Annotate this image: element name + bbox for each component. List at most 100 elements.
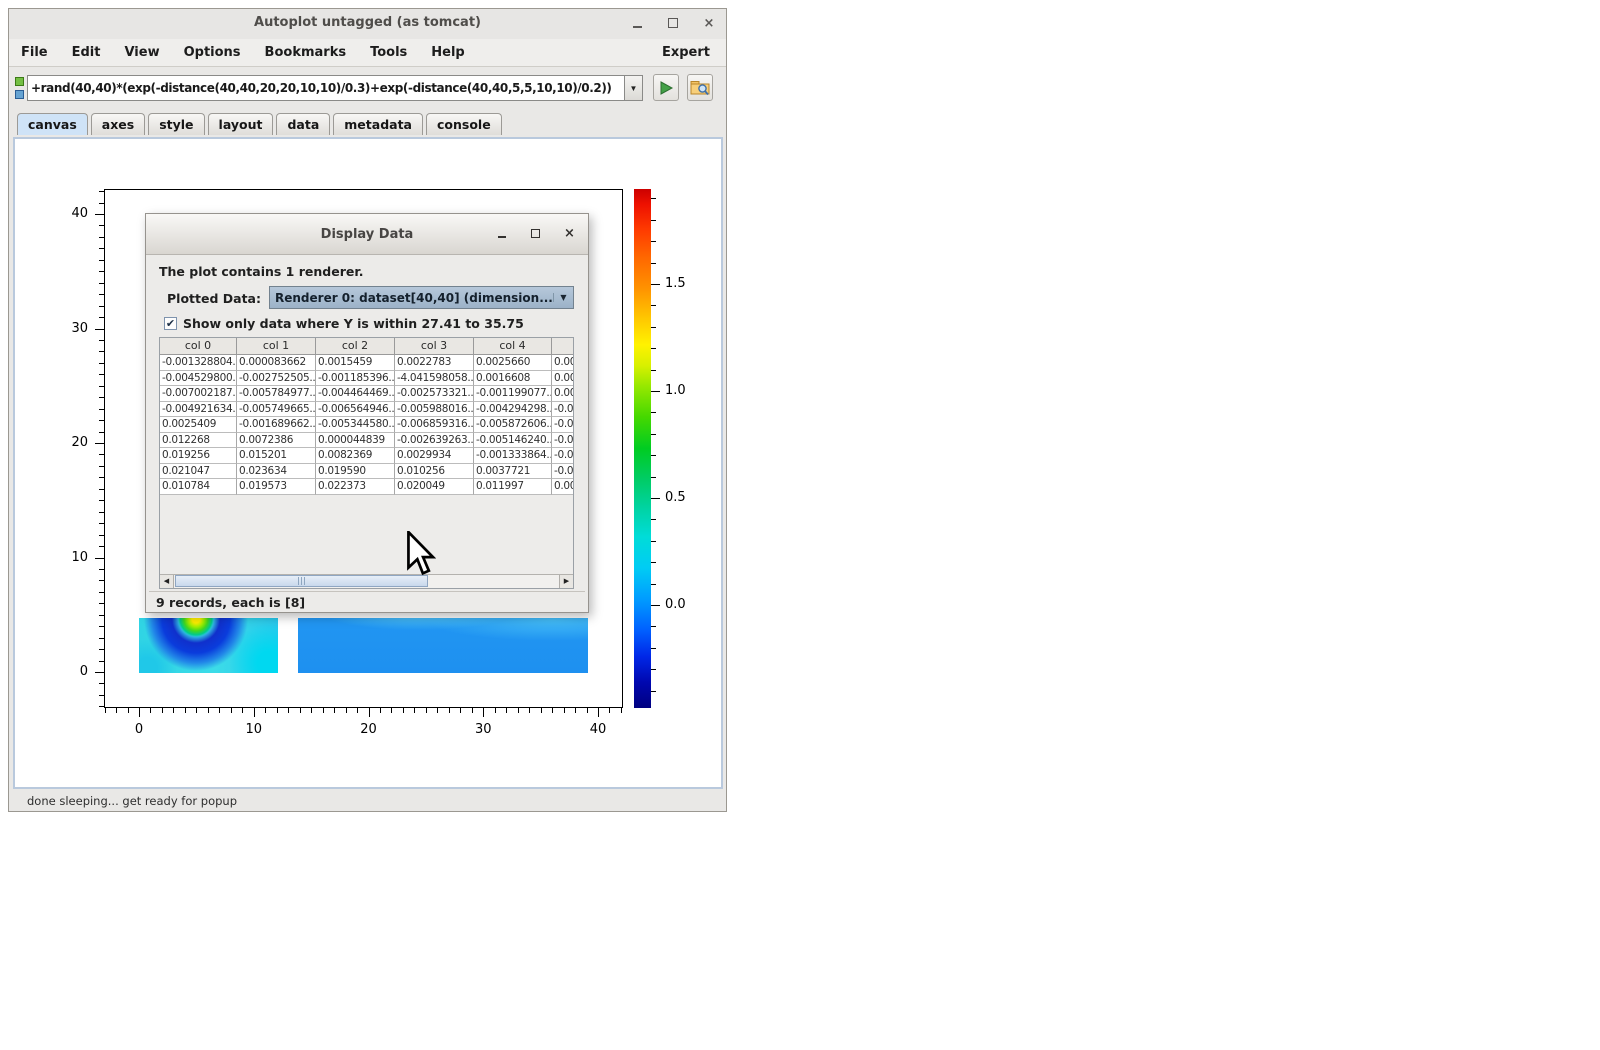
table-cell[interactable]: -0.0 [552, 433, 574, 449]
table-cell[interactable]: -0.0 [552, 448, 574, 464]
table-cell[interactable]: 0.0037721 [474, 464, 552, 480]
table-cell[interactable]: -0.002639263... [395, 433, 474, 449]
menu-help[interactable]: Help [419, 39, 476, 66]
table-cell[interactable]: -0.0 [552, 464, 574, 480]
table-cell[interactable]: 0.010256 [395, 464, 474, 480]
scroll-right-icon[interactable]: ▶ [559, 575, 573, 588]
table-cell[interactable]: -0.002573321... [395, 386, 474, 402]
table-cell[interactable]: -0.004464469... [316, 386, 395, 402]
table-cell[interactable]: 0.021047 [160, 464, 237, 480]
tab-data[interactable]: data [276, 113, 330, 135]
table-cell[interactable]: 0.00 [552, 355, 574, 371]
table-cell[interactable]: -0.001689662... [237, 417, 316, 433]
table-cell[interactable]: 0.0022783 [395, 355, 474, 371]
tab-console[interactable]: console [426, 113, 502, 135]
plotted-data-select[interactable]: Renderer 0: dataset[40,40] (dimension...… [269, 286, 574, 309]
close-icon[interactable]: × [702, 16, 716, 30]
menu-options[interactable]: Options [172, 39, 253, 66]
scrollbar-thumb[interactable] [175, 575, 428, 587]
table-cell[interactable]: 0.00 [552, 479, 574, 495]
table-cell[interactable]: 0.019573 [237, 479, 316, 495]
table-cell[interactable]: 0.020049 [395, 479, 474, 495]
tab-layout[interactable]: layout [208, 113, 274, 135]
table-cell[interactable]: -0.001199077... [474, 386, 552, 402]
table-header-cell[interactable] [552, 338, 574, 355]
table-cell[interactable]: 0.019590 [316, 464, 395, 480]
table-cell[interactable]: -0.004294298... [474, 402, 552, 418]
table-cell[interactable]: -0.004529800... [160, 371, 237, 387]
filter-checkbox[interactable]: ✔ [164, 317, 177, 330]
table-cell[interactable]: 0.010784 [160, 479, 237, 495]
tab-axes[interactable]: axes [91, 113, 145, 135]
table-cell[interactable]: -4.041598058... [395, 371, 474, 387]
table-cell[interactable]: -0.004921634... [160, 402, 237, 418]
table-cell[interactable]: -0.001185396... [316, 371, 395, 387]
table-cell[interactable]: -0.005784977... [237, 386, 316, 402]
table-cell[interactable]: -0.006859316... [395, 417, 474, 433]
dialog-titlebar[interactable]: Display Data × [146, 214, 588, 255]
scroll-left-icon[interactable]: ◀ [160, 575, 174, 588]
table-cell[interactable]: 0.0025409 [160, 417, 237, 433]
table-header-cell[interactable]: col 4 [474, 338, 552, 355]
scrollbar-track[interactable] [174, 575, 559, 588]
table-header-cell[interactable]: col 3 [395, 338, 474, 355]
table-cell[interactable]: 0.000044839 [316, 433, 395, 449]
table-header-cell[interactable]: col 1 [237, 338, 316, 355]
table-cell[interactable]: -0.006564946... [316, 402, 395, 418]
menu-edit[interactable]: Edit [60, 39, 113, 66]
table-cell[interactable]: -0.001333864... [474, 448, 552, 464]
table-cell[interactable]: 0.0016608 [474, 371, 552, 387]
table-cell[interactable]: 0.000083662 [237, 355, 316, 371]
table-cell[interactable]: 0.0015459 [316, 355, 395, 371]
table-cell[interactable]: -0.002752505... [237, 371, 316, 387]
table-cell[interactable]: -0.005749665... [237, 402, 316, 418]
uri-input[interactable] [27, 75, 625, 101]
dialog-close-icon[interactable]: × [563, 226, 576, 240]
datasource-green-square-icon[interactable] [15, 77, 24, 86]
dialog-minimize-icon[interactable] [495, 226, 508, 240]
window-titlebar[interactable]: Autoplot untagged (as tomcat) × [9, 9, 726, 40]
plot-go-button[interactable] [653, 74, 679, 101]
menu-file[interactable]: File [9, 39, 60, 66]
table-cell[interactable]: 0.022373 [316, 479, 395, 495]
table-cell[interactable]: 0.0029934 [395, 448, 474, 464]
horizontal-scrollbar[interactable]: ◀ ▶ [160, 574, 573, 588]
plot-canvas[interactable]: 0102030400102030401.51.00.50.0 Display D… [13, 137, 723, 789]
tab-canvas[interactable]: canvas [17, 113, 88, 135]
table-cell[interactable]: 0.00 [552, 386, 574, 402]
combo-dropdown-icon[interactable]: ▼ [553, 293, 573, 302]
menu-expert[interactable]: Expert [650, 39, 722, 66]
table-cell[interactable]: -0.007002187... [160, 386, 237, 402]
table-cell[interactable]: 0.015201 [237, 448, 316, 464]
table-header-cell[interactable]: col 2 [316, 338, 395, 355]
dialog-maximize-icon[interactable] [529, 226, 542, 240]
table-cell[interactable]: 0.0025660 [474, 355, 552, 371]
scrollbar-grip-icon [298, 577, 306, 585]
tab-metadata[interactable]: metadata [333, 113, 423, 135]
table-cell[interactable]: -0.005146240... [474, 433, 552, 449]
table-cell[interactable]: 0.0072386 [237, 433, 316, 449]
menu-bookmarks[interactable]: Bookmarks [253, 39, 359, 66]
table-cell[interactable]: 0.019256 [160, 448, 237, 464]
table-cell[interactable]: -0.005344580... [316, 417, 395, 433]
browse-button[interactable] [687, 74, 713, 101]
table-cell[interactable]: 0.011997 [474, 479, 552, 495]
table-cell[interactable]: -0.001328804... [160, 355, 237, 371]
table-cell[interactable]: 0.0082369 [316, 448, 395, 464]
table-cell[interactable]: 0.023634 [237, 464, 316, 480]
table-header-cell[interactable]: col 0 [160, 338, 237, 355]
table-cell[interactable]: -0.005988016... [395, 402, 474, 418]
datasource-blue-square-icon[interactable] [15, 90, 24, 99]
minimize-icon[interactable] [630, 16, 644, 30]
table-cell[interactable]: -0.0 [552, 417, 574, 433]
x-axis-tick [231, 708, 232, 713]
uri-dropdown-button[interactable]: ▼ [625, 75, 643, 101]
table-cell[interactable]: 0.012268 [160, 433, 237, 449]
table-cell[interactable]: -0.005872606... [474, 417, 552, 433]
tab-style[interactable]: style [148, 113, 204, 135]
table-cell[interactable]: 0.00 [552, 371, 574, 387]
table-cell[interactable]: -0.0 [552, 402, 574, 418]
menu-tools[interactable]: Tools [358, 39, 419, 66]
maximize-icon[interactable] [666, 16, 680, 30]
menu-view[interactable]: View [112, 39, 171, 66]
